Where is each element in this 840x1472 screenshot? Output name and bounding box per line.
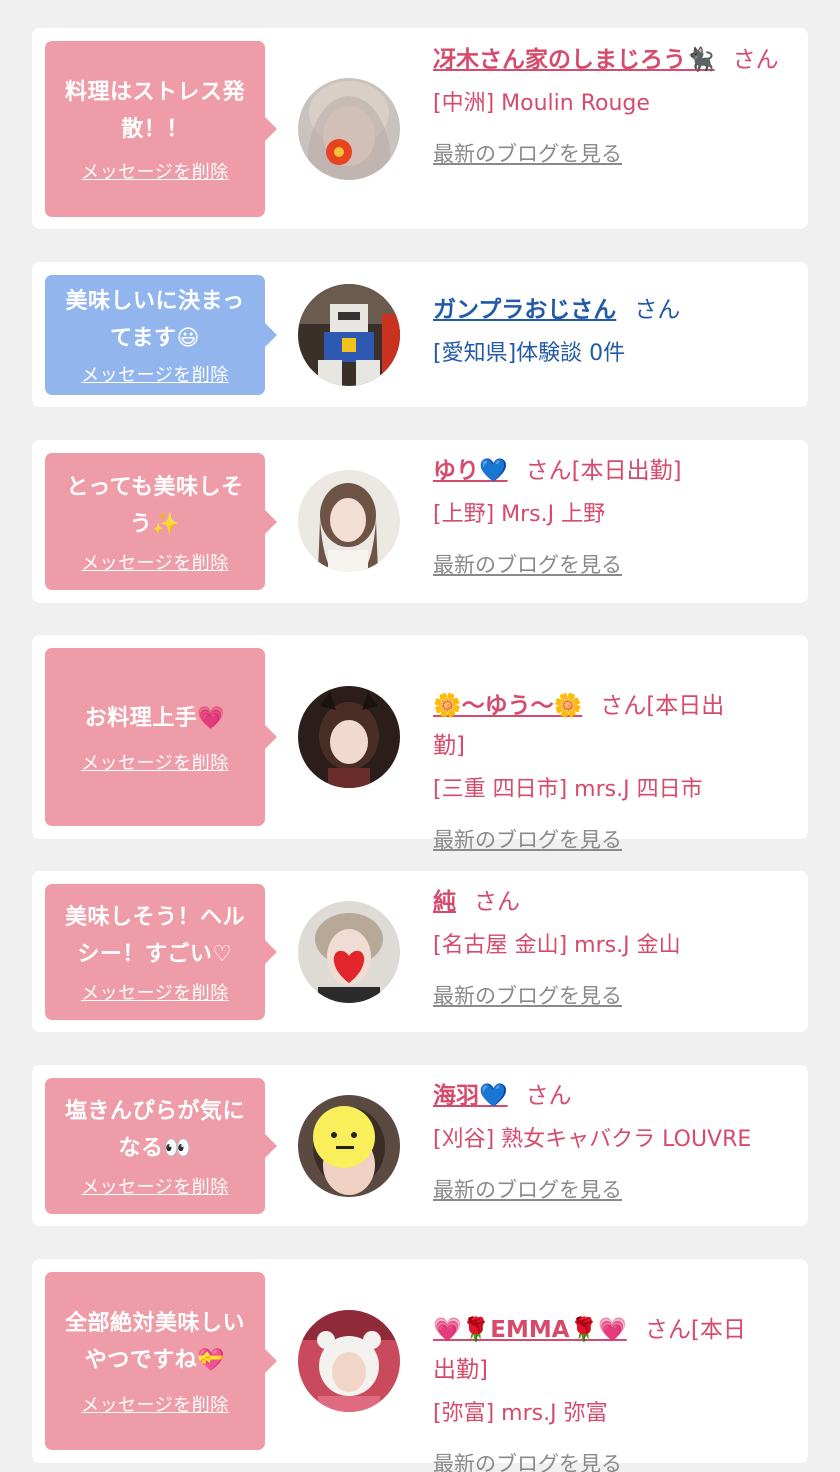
message-text: 美味しそう！ヘル シー！すごい♡ <box>64 905 245 967</box>
latest-blog-link[interactable]: 最新のブログを見る <box>433 825 803 855</box>
user-info: ゆり💙 さん[本日出勤] [上野] Mrs.J 上野 最新のブログを見る <box>433 451 803 580</box>
user-info: 🌼〜ゆう〜🌼 さん[本日出 勤] [三重 四日市] mrs.J 四日市 最新のブロ… <box>433 646 803 855</box>
honorific-label: さん[本日出勤] <box>525 458 682 484</box>
delete-message-link[interactable]: メッセージを削除 <box>81 979 229 1005</box>
message-bubble: とっても美味しそ う✨ メッセージを削除 <box>45 453 277 590</box>
message-text: 料理はストレス発 散！！ <box>64 80 245 142</box>
shop-label: [名古屋 金山] mrs.J 金山 <box>433 933 681 958</box>
user-name-link[interactable]: ガンプラおじさん <box>433 297 616 323</box>
message-bubble: 全部絶対美味しい やつですね💝 メッセージを削除 <box>45 1272 277 1450</box>
message-bubble: 美味しそう！ヘル シー！すごい♡ メッセージを削除 <box>45 884 277 1020</box>
avatar[interactable] <box>298 686 400 788</box>
avatar[interactable] <box>298 470 400 572</box>
honorific-label: さん <box>634 297 681 323</box>
latest-blog-link[interactable]: 最新のブログを見る <box>433 139 803 169</box>
latest-blog-link[interactable]: 最新のブログを見る <box>433 1449 803 1472</box>
latest-blog-link[interactable]: 最新のブログを見る <box>433 981 803 1011</box>
message-text: 全部絶対美味しい やつですね💝 <box>64 1311 245 1373</box>
delete-message-link[interactable]: メッセージを削除 <box>81 749 229 775</box>
message-text: 塩きんぴらが気に なる👀 <box>64 1099 245 1161</box>
avatar-photo <box>298 686 400 788</box>
message-card: 美味しいに決まっ てます😃 メッセージを削除 ガンプラおじさん さん [愛知県]体… <box>32 262 808 407</box>
shop-label: [上野] Mrs.J 上野 <box>433 502 606 527</box>
user-name-link[interactable]: ゆり💙 <box>433 458 508 484</box>
latest-blog-link[interactable]: 最新のブログを見る <box>433 1175 803 1205</box>
user-info: 💗🌹EMMA🌹💗 さん[本日 出勤] [弥富] mrs.J 弥富 最新のブログを見… <box>433 1270 803 1472</box>
delete-message-link[interactable]: メッセージを削除 <box>81 361 229 387</box>
message-card: とっても美味しそ う✨ メッセージを削除 ゆり💙 さん[本日出勤] [上野] Mr… <box>32 440 808 603</box>
message-card: 塩きんぴらが気に なる👀 メッセージを削除 海羽💙 さん [刈谷] 熟女キャバクラ… <box>32 1065 808 1226</box>
avatar-photo <box>298 901 400 1003</box>
avatar[interactable] <box>298 78 400 180</box>
message-bubble: 料理はストレス発 散！！ メッセージを削除 <box>45 41 277 217</box>
message-list: 料理はストレス発 散！！ メッセージを削除 冴木さん家のしまじろう🐈‍⬛ さん [… <box>0 0 840 1472</box>
avatar-photo <box>298 284 400 386</box>
avatar[interactable] <box>298 1310 400 1412</box>
avatar-photo <box>298 1095 400 1197</box>
message-text: お料理上手💗 <box>84 705 226 731</box>
user-info: 海羽💙 さん [刈谷] 熟女キャバクラ LOUVRE 最新のブログを見る <box>433 1076 803 1205</box>
message-text: とっても美味しそ う✨ <box>66 474 244 537</box>
message-text: 美味しいに決まっ てます😃 <box>65 289 245 351</box>
user-name-link[interactable]: 🌼〜ゆう〜🌼 <box>433 693 582 719</box>
message-card: お料理上手💗 メッセージを削除 🌼〜ゆう〜🌼 さん[本日出 勤] [三重 四日市]… <box>32 635 808 852</box>
user-name-link[interactable]: 純 <box>433 889 456 915</box>
avatar[interactable] <box>298 284 400 386</box>
avatar-photo <box>298 78 400 180</box>
message-bubble: 美味しいに決まっ てます😃 メッセージを削除 <box>45 275 277 395</box>
message-bubble: お料理上手💗 メッセージを削除 <box>45 648 277 826</box>
avatar-photo <box>298 1310 400 1412</box>
shop-label: [愛知県]体験談 0件 <box>433 341 626 366</box>
delete-message-link[interactable]: メッセージを削除 <box>81 1173 229 1199</box>
shop-label: [弥富] mrs.J 弥富 <box>433 1401 608 1426</box>
honorific-label: さん <box>474 889 520 915</box>
avatar[interactable] <box>298 901 400 1003</box>
latest-blog-link[interactable]: 最新のブログを見る <box>433 550 803 580</box>
user-name-link[interactable]: 💗🌹EMMA🌹💗 <box>433 1317 627 1343</box>
user-info: 純さん [名古屋 金山] mrs.J 金山 最新のブログを見る <box>433 882 803 1011</box>
message-card: 料理はストレス発 散！！ メッセージを削除 冴木さん家のしまじろう🐈‍⬛ さん [… <box>32 28 808 229</box>
message-bubble: 塩きんぴらが気に なる👀 メッセージを削除 <box>45 1078 277 1214</box>
user-info: 冴木さん家のしまじろう🐈‍⬛ さん [中洲] Moulin Rouge 最新のブロ… <box>433 40 803 169</box>
avatar[interactable] <box>298 1095 400 1197</box>
user-info: ガンプラおじさん さん [愛知県]体験談 0件 <box>433 290 803 374</box>
message-card: 美味しそう！ヘル シー！すごい♡ メッセージを削除 純さん [名古屋 金山] m… <box>32 871 808 1032</box>
avatar-photo <box>298 470 400 572</box>
honorific-label: さん <box>525 1083 572 1109</box>
message-card: 全部絶対美味しい やつですね💝 メッセージを削除 💗🌹EMMA🌹💗 さん[本日 出… <box>32 1259 808 1472</box>
user-name-link[interactable]: 海羽💙 <box>433 1083 508 1109</box>
shop-label: [刈谷] 熟女キャバクラ LOUVRE <box>433 1127 752 1152</box>
delete-message-link[interactable]: メッセージを削除 <box>81 158 229 184</box>
delete-message-link[interactable]: メッセージを削除 <box>81 549 229 575</box>
shop-label: [中洲] Moulin Rouge <box>433 91 650 116</box>
shop-label: [三重 四日市] mrs.J 四日市 <box>433 777 703 802</box>
delete-message-link[interactable]: メッセージを削除 <box>81 1391 229 1417</box>
honorific-label: さん <box>732 47 779 73</box>
user-name-link[interactable]: 冴木さん家のしまじろう🐈‍⬛ <box>433 47 715 73</box>
